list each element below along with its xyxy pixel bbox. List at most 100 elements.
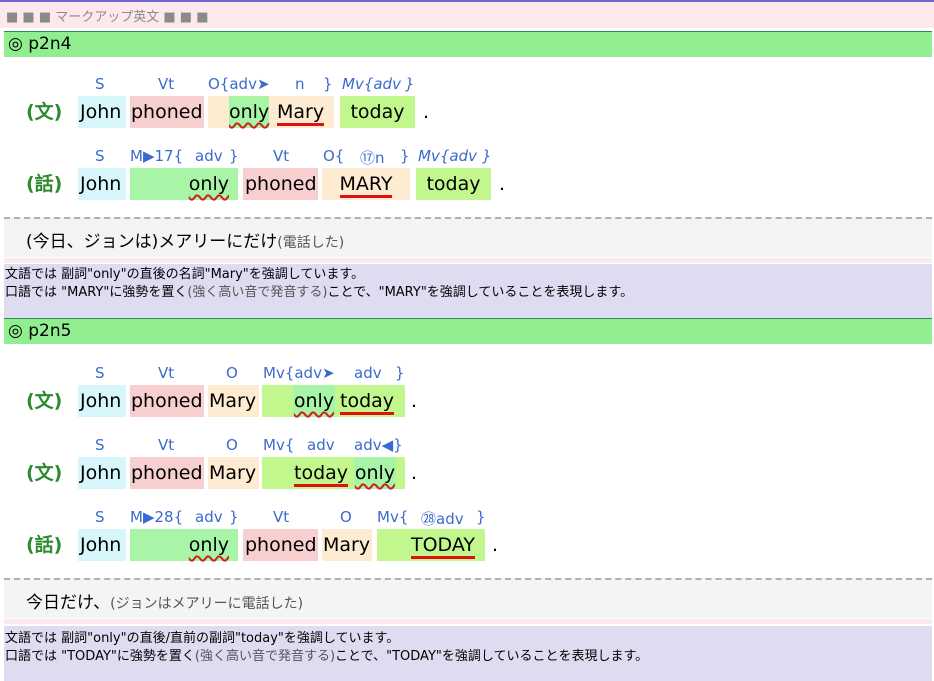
red-underline-today: today <box>340 390 395 415</box>
tag-adv: adv <box>195 508 223 526</box>
word-verb: phoned <box>130 96 204 128</box>
word-object: Mary <box>208 385 259 417</box>
note-line: 口語では "MARY"に強勢を置く(強く高い音で発音する)ことで、"MARY"を… <box>5 285 634 300</box>
tag-s: S <box>95 147 105 165</box>
tag-vt: Vt <box>158 364 175 382</box>
wavy-underline-only: only <box>188 173 229 195</box>
tag-vt: Vt <box>158 75 175 93</box>
red-underline-today: TODAY <box>411 534 475 559</box>
tag-mv: Mv{adv➤ <box>263 364 335 382</box>
note-line: 文語では 副詞"only"の直後の名詞"Mary"を強調しています。 <box>5 267 365 282</box>
red-underline-mary: Mary <box>277 101 325 126</box>
tag-adv: adv <box>307 436 335 454</box>
word-object: Mary <box>277 96 325 128</box>
row-label-written: (文) <box>26 462 63 484</box>
tag-noun-ref: ⑰n <box>360 149 385 167</box>
tag-adv: adv <box>195 147 223 165</box>
row-label-spoken: (話) <box>26 534 63 556</box>
row-label-written: (文) <box>26 390 63 412</box>
red-underline-today: today <box>294 462 349 487</box>
red-underline-mary: MARY <box>339 173 393 198</box>
row-label-written: (文) <box>26 101 63 123</box>
row-label-spoken: (話) <box>26 173 63 195</box>
word-subject: John <box>78 529 126 561</box>
tag-close-brace: } <box>482 147 492 165</box>
tag-m-ref: M▶17{ <box>130 147 184 165</box>
word-modifier: only <box>130 168 238 200</box>
tag-mv: Mv{adv <box>342 75 401 93</box>
divider <box>4 258 932 263</box>
word-adverb: today <box>340 385 395 417</box>
tag-close-brace: } <box>400 147 410 165</box>
word-adverb: today <box>294 457 349 489</box>
tag-noun: n <box>295 75 305 93</box>
wavy-underline-only: only <box>354 462 396 484</box>
wavy-underline-only: only <box>293 390 335 412</box>
tag-s: S <box>95 436 105 454</box>
tag-close-brace: } <box>405 75 415 93</box>
word-object: Mary <box>322 529 372 561</box>
tag-object: O <box>340 508 352 526</box>
word-subject: John <box>78 96 126 128</box>
tag-object: O <box>226 436 238 454</box>
wavy-underline-only: only <box>229 101 270 123</box>
tag-object: O{ <box>323 147 345 165</box>
tag-vt: Vt <box>273 147 290 165</box>
tag-vt: Vt <box>273 508 290 526</box>
word-adverb: today <box>416 168 491 200</box>
word-adverb: TODAY <box>377 529 485 561</box>
wavy-underline-only: only <box>188 534 229 556</box>
section-title-p2n4: ◎ p2n4 <box>4 31 932 57</box>
translation-sub: (ジョンはメアリーに電話した) <box>110 596 304 612</box>
tag-object: O{adv➤ <box>208 75 270 93</box>
translation-main: 今日だけ、 <box>26 593 111 613</box>
word-verb: phoned <box>243 168 318 200</box>
word-modifier: only <box>354 457 396 489</box>
tag-s: S <box>95 508 105 526</box>
word-modifier: only <box>293 385 335 417</box>
tag-close-brace: } <box>229 147 239 165</box>
section-title-p2n5: ◎ p2n5 <box>4 318 932 344</box>
word-subject: John <box>78 457 126 489</box>
word-object: Mary <box>208 457 259 489</box>
note-line: 口語では "TODAY"に強勢を置く(強く高い音で発音する)ことで、"TODAY… <box>5 649 649 664</box>
word-modifier: only <box>229 96 269 128</box>
word-subject: John <box>78 168 126 200</box>
explanation-note: 文語では 副詞"only"の直後の名詞"Mary"を強調しています。 口語では … <box>4 264 932 318</box>
word-modifier: only <box>130 529 238 561</box>
period: . <box>423 101 430 123</box>
period: . <box>492 534 499 556</box>
tag-close-brace: } <box>323 75 333 93</box>
word-object: MARY <box>322 168 410 200</box>
tag-close-brace: } <box>476 508 486 526</box>
translation: (今日、ジョンは)メアリーにだけ(電話した) <box>4 217 932 257</box>
tag-adv: adv <box>354 364 382 382</box>
tag-adv-ref: ㉘adv <box>421 510 464 528</box>
tag-mv: Mv{ <box>263 436 295 454</box>
word-adverb: today <box>340 96 415 128</box>
note-line: 文語では 副詞"only"の直後/直前の副詞"today"を強調しています。 <box>5 631 400 646</box>
tag-s: S <box>95 364 105 382</box>
tag-m-ref: M▶28{ <box>130 508 184 526</box>
translation-main: (今日、ジョンは)メアリーにだけ <box>26 232 278 252</box>
tag-mv: Mv{ <box>377 508 409 526</box>
tag-close-brace: } <box>229 508 239 526</box>
word-subject: John <box>78 385 126 417</box>
tag-vt: Vt <box>158 436 175 454</box>
tag-s: S <box>95 75 105 93</box>
period: . <box>411 462 418 484</box>
tag-close-brace: } <box>395 364 405 382</box>
word-verb: phoned <box>130 385 204 417</box>
explanation-note: 文語では 副詞"only"の直後/直前の副詞"today"を強調しています。 口… <box>4 626 932 681</box>
divider <box>4 619 932 624</box>
tag-adv-back: adv◀} <box>354 436 403 454</box>
translation: 今日だけ、(ジョンはメアリーに電話した) <box>4 578 932 618</box>
translation-sub: (電話した) <box>277 235 345 251</box>
word-verb: phoned <box>130 457 204 489</box>
tag-mv: Mv{adv <box>418 147 477 165</box>
tag-object: O <box>226 364 238 382</box>
page-header: ■ ■ ■ マークアップ英文 ■ ■ ■ <box>0 0 934 28</box>
period: . <box>499 173 506 195</box>
period: . <box>411 390 418 412</box>
word-verb: phoned <box>243 529 318 561</box>
